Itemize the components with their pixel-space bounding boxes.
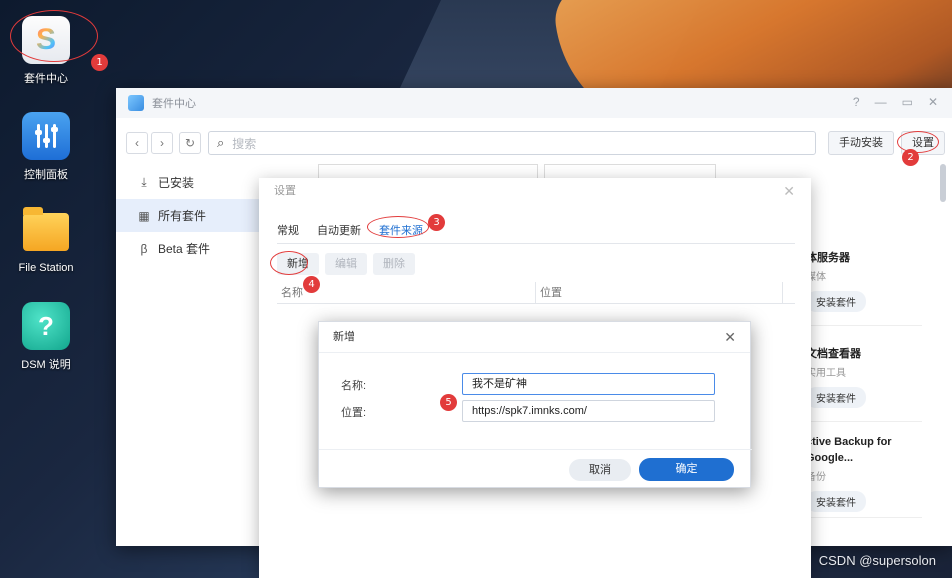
search-placeholder: 搜索: [232, 136, 257, 151]
install-package-button[interactable]: 安装套件: [806, 291, 866, 312]
annotation-circle: [897, 131, 939, 153]
cancel-button[interactable]: 取消: [569, 459, 631, 481]
name-label: 名称:: [341, 380, 367, 392]
package-card[interactable]: 体服务器 媒体 安装套件: [806, 230, 922, 326]
annotation-circle: [270, 251, 308, 275]
package-center-small-icon: [128, 95, 144, 111]
desktop-icon-dsm-help[interactable]: ? DSM 说明: [6, 302, 86, 372]
annotation-number: 5: [440, 394, 457, 411]
watermark: CSDN @supersolon: [818, 553, 936, 568]
location-field[interactable]: https://spk7.imnks.com/: [462, 400, 715, 422]
ok-button[interactable]: 确定: [639, 458, 734, 481]
window-title: 套件中心: [152, 98, 196, 110]
package-category: 备份: [806, 472, 826, 483]
location-label: 位置:: [341, 407, 367, 419]
delete-source-button[interactable]: 删除: [373, 253, 415, 275]
close-icon[interactable]: ✕: [724, 329, 736, 346]
toolbar: ‹ › ↻ ⌕ 搜索 手动安装 设置: [116, 130, 952, 156]
scrollbar[interactable]: [940, 164, 946, 202]
folder-icon: [22, 207, 70, 256]
edit-source-button[interactable]: 编辑: [325, 253, 367, 275]
window-controls: ? — ▭ ✕: [853, 95, 938, 109]
close-icon[interactable]: ✕: [928, 95, 938, 109]
tab-general[interactable]: 常规: [277, 218, 299, 243]
forward-button[interactable]: ›: [151, 132, 173, 154]
package-card[interactable]: 文档查看器 实用工具 安装套件: [806, 326, 922, 422]
control-panel-icon: [22, 112, 70, 160]
desktop-icon-label: 套件中心: [24, 73, 68, 85]
minimize-icon[interactable]: —: [875, 95, 887, 109]
desktop-icon-label: DSM 说明: [21, 359, 71, 371]
annotation-number: 4: [303, 276, 320, 293]
maximize-icon[interactable]: ▭: [902, 95, 913, 109]
dialog-footer: 取消 确定: [319, 449, 752, 489]
sidebar-item-label: 所有套件: [158, 209, 207, 223]
download-icon: ⤓: [141, 175, 147, 189]
desktop-icon-label: 控制面板: [24, 169, 68, 181]
package-card[interactable]: ctive Backup for Google... 备份 安装套件: [806, 422, 922, 518]
desktop-icon-control-panel[interactable]: 控制面板: [6, 112, 86, 182]
window-titlebar[interactable]: 套件中心: [116, 88, 952, 118]
column-location[interactable]: 位置: [536, 282, 783, 303]
back-button[interactable]: ‹: [126, 132, 148, 154]
add-source-dialog: 新增 ✕ 名称: 我不是矿神 位置: https://spk7.imnks.co…: [318, 321, 752, 489]
annotation-number: 1: [91, 54, 108, 71]
desktop-icon-file-station[interactable]: File Station: [6, 207, 86, 274]
beta-icon: β: [140, 241, 148, 256]
chevron-left-icon: ‹: [135, 136, 139, 150]
search-input[interactable]: ⌕ 搜索: [208, 131, 816, 155]
settings-tabs: 常规 自动更新 套件来源: [277, 218, 795, 244]
install-package-button[interactable]: 安装套件: [806, 491, 866, 512]
refresh-icon: ↻: [184, 136, 196, 150]
annotation-number: 3: [428, 214, 445, 231]
chevron-right-icon: ›: [160, 136, 164, 150]
grid-icon: ▦: [138, 208, 150, 223]
refresh-button[interactable]: ↻: [179, 132, 201, 154]
sources-table-header: 名称 位置: [277, 282, 795, 304]
package-category: 实用工具: [806, 368, 846, 379]
package-title: ctive Backup for Google...: [806, 436, 892, 464]
install-package-button[interactable]: 安装套件: [806, 387, 866, 408]
close-icon[interactable]: ✕: [783, 183, 795, 200]
name-field[interactable]: 我不是矿神: [462, 373, 715, 395]
manual-install-button[interactable]: 手动安装: [828, 131, 894, 155]
annotation-circle: [10, 10, 98, 62]
help-icon: ?: [22, 302, 70, 350]
package-title: 文档查看器: [806, 348, 861, 360]
annotation-circle: [367, 216, 429, 238]
sidebar-item-label: Beta 套件: [158, 242, 211, 256]
search-icon: ⌕: [217, 135, 225, 150]
help-icon[interactable]: ?: [853, 95, 860, 109]
annotation-number: 2: [902, 149, 919, 166]
sidebar-item-label: 已安装: [158, 176, 195, 190]
package-card-list: 体服务器 媒体 安装套件 文档查看器 实用工具 安装套件 ctive Backu…: [806, 230, 922, 518]
dialog-title: 设置: [274, 185, 296, 197]
package-title: 体服务器: [806, 252, 850, 264]
dialog-title: 新增: [319, 322, 750, 353]
tab-auto-update[interactable]: 自动更新: [317, 218, 361, 243]
package-category: 媒体: [806, 272, 826, 283]
desktop-icon-label: File Station: [18, 262, 74, 274]
